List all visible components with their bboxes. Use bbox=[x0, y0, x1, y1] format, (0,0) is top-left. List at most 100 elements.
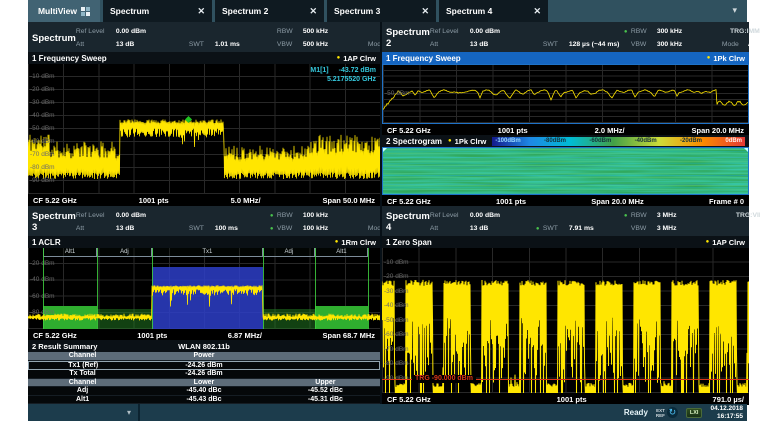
panel-name[interactable]: Spectrum 4 bbox=[386, 208, 430, 236]
ref-level-field[interactable]: Ref Level0.00 dBm bbox=[76, 212, 182, 219]
vbw-field[interactable]: ●VBW100 kHz bbox=[270, 225, 368, 232]
window-title-zero-span[interactable]: 1 Zero Span ●1AP Clrw bbox=[382, 236, 749, 248]
window-title-spectrogram[interactable]: 2 Spectrogram ●1Pk Clrw -100dBm-80dBm-60… bbox=[382, 135, 749, 147]
trace-dot-icon: ● bbox=[707, 55, 711, 61]
frame-value: Frame # 0 bbox=[709, 197, 744, 206]
cf-value: CF 5.22 GHz bbox=[387, 197, 431, 206]
y-axis-label: -60 dBm bbox=[384, 331, 409, 338]
table-cell: Tx Total bbox=[28, 370, 137, 377]
per-div-value: 6.87 MHz/ bbox=[228, 331, 262, 340]
vbw-field[interactable]: VBW300 kHz bbox=[624, 41, 722, 48]
window-title-frequency-sweep[interactable]: 1 Frequency Sweep ●1AP Clrw bbox=[28, 52, 380, 64]
rbw-field[interactable]: ●RBW100 kHz bbox=[270, 212, 368, 219]
tab-bar: MultiView Spectrum ✕ Spectrum 2 ✕ Spectr… bbox=[28, 0, 747, 22]
ref-level-field[interactable]: Ref Level0.00 dBm bbox=[430, 212, 536, 219]
cf-value: CF 5.22 GHz bbox=[387, 395, 431, 404]
analyzer-screen: MultiView Spectrum ✕ Spectrum 2 ✕ Spectr… bbox=[28, 0, 747, 421]
panel-spectrum-2[interactable]: Spectrum 2 Ref Level0.00 dBm ●RBW300 kHz… bbox=[380, 22, 749, 206]
y-axis-label: -80 dBm bbox=[384, 360, 409, 367]
coupled-dot: ● bbox=[624, 29, 631, 35]
trace-dot-icon: ● bbox=[448, 138, 452, 144]
rbw-field[interactable]: ●RBW300 kHz bbox=[624, 28, 722, 35]
y-axis-label: -10 dBm bbox=[30, 73, 55, 80]
chevron-down-icon[interactable]: ▾ bbox=[732, 5, 737, 16]
y-axis-label: -50 dBm bbox=[385, 90, 410, 97]
lxi-badge: LXI bbox=[686, 408, 703, 418]
table-cell: -45.31 dBc bbox=[271, 396, 380, 403]
vbw-field[interactable]: VBW500 kHz bbox=[270, 41, 368, 48]
window-title-result-summary[interactable]: 2 Result Summary WLAN 802.11b bbox=[28, 340, 380, 352]
coupled-dot: ● bbox=[270, 226, 277, 232]
close-icon[interactable]: ✕ bbox=[197, 6, 205, 17]
y-axis-label: -90 dBm bbox=[384, 375, 409, 382]
window-title-aclr[interactable]: 1 ACLR ●1Rm Clrw bbox=[28, 236, 380, 248]
cf-value: CF 5.22 GHz bbox=[33, 196, 77, 205]
result-table: Channel Power Tx1 (Ref)-24.26 dBmTx Total -… bbox=[28, 352, 380, 404]
close-icon[interactable]: ✕ bbox=[309, 6, 317, 17]
plot-zero-span[interactable]: -90 dBm-80 dBm-70 dBm-60 dBm-50 dBm-40 d… bbox=[382, 248, 749, 393]
trace-dot-icon: ● bbox=[706, 239, 710, 245]
y-axis-label: -50 dBm bbox=[30, 125, 55, 132]
y-axis-label: -60 dBm bbox=[30, 138, 55, 145]
ref-level-field[interactable]: Ref Level0.00 dBm bbox=[76, 28, 182, 35]
att-field[interactable]: Att13 dB bbox=[76, 41, 182, 48]
rbw-field[interactable]: RBW500 kHz bbox=[270, 28, 368, 35]
tab-spectrum-3[interactable]: Spectrum 3 ✕ bbox=[327, 0, 436, 22]
panel-name[interactable]: Spectrum bbox=[32, 24, 76, 52]
spectrogram-marker-icon bbox=[383, 148, 387, 152]
panel-spectrum-3[interactable]: Spectrum 3 Ref Level0.00 dBm ●RBW100 kHz… bbox=[28, 206, 380, 404]
tab-label: Spectrum 3 bbox=[334, 6, 380, 16]
att-field[interactable]: Att13 dB bbox=[430, 41, 536, 48]
ext-ref-icon: ↻ bbox=[667, 407, 678, 418]
window-title: 1 ACLR bbox=[32, 238, 61, 247]
tab-spectrum-4[interactable]: Spectrum 4 ✕ bbox=[439, 0, 548, 22]
spectrogram-view[interactable] bbox=[382, 147, 749, 195]
table-cell: -24.26 dBm bbox=[137, 370, 271, 377]
plot-aclr[interactable]: -80 dBm-60 dBm-40 dBm-20 dBm Alt1AdjTx1A… bbox=[28, 248, 380, 329]
trace-legend: ●1Pk Clrw bbox=[707, 54, 745, 63]
table-cell: -45.52 dBc bbox=[271, 387, 380, 394]
att-field[interactable]: Att13 dB bbox=[430, 225, 536, 232]
tab-spectrum[interactable]: Spectrum ✕ bbox=[103, 0, 212, 22]
table-cell: Power bbox=[137, 352, 271, 359]
close-icon[interactable]: ✕ bbox=[533, 6, 541, 17]
swt-field[interactable]: ●SWT7.91 ms bbox=[536, 225, 624, 232]
window-title: 2 Spectrogram bbox=[386, 137, 442, 146]
panel-name[interactable]: Spectrum 2 bbox=[386, 24, 430, 52]
points-value: 1001 pts bbox=[137, 331, 167, 340]
y-axis-label: -30 dBm bbox=[384, 288, 409, 295]
swt-field[interactable]: SWT128 µs (~44 ms) bbox=[536, 41, 624, 48]
plot-frequency-sweep-1[interactable]: -90 dBm-80 dBm-70 dBm-60 dBm-50 dBm-40 d… bbox=[28, 64, 380, 194]
vbw-field[interactable]: VBW3 MHz bbox=[624, 225, 722, 232]
spectrogram-noise-texture bbox=[383, 148, 748, 194]
table-cell: Tx1 (Ref) bbox=[29, 362, 138, 369]
trigger-sgl-flag: TRG:IMM SGL bbox=[730, 28, 760, 35]
att-field[interactable]: Att13 dB bbox=[76, 225, 182, 232]
rbw-field[interactable]: ●RBW3 MHz bbox=[624, 212, 722, 219]
plot-frequency-sweep-2[interactable]: -50 dBm bbox=[382, 64, 749, 124]
close-icon[interactable]: ✕ bbox=[421, 6, 429, 17]
window-title-frequency-sweep-2[interactable]: 1 Frequency Sweep ●1Pk Clrw bbox=[382, 52, 749, 64]
ready-status: Ready bbox=[624, 408, 648, 417]
mode-field[interactable]: ModeAuto FFT bbox=[722, 41, 760, 48]
tab-multiview[interactable]: MultiView bbox=[28, 0, 100, 22]
panel-name[interactable]: Spectrum 3 bbox=[32, 208, 76, 236]
window-title: 2 Result Summary bbox=[32, 342, 97, 351]
table-row: Alt1-45.43 dBc-45.31 dBc bbox=[28, 396, 380, 405]
swt-field[interactable]: SWT1.01 ms bbox=[182, 41, 270, 48]
tab-label: Spectrum bbox=[110, 6, 149, 16]
ext-ref-indicator: EXTREF ↻ bbox=[656, 407, 678, 418]
ref-level-field[interactable]: Ref Level0.00 dBm bbox=[430, 28, 536, 35]
swt-field[interactable]: SWT100 ms bbox=[182, 225, 270, 232]
colorbar-label: -80dBm bbox=[544, 138, 566, 144]
panel-spectrum-1[interactable]: Spectrum Ref Level0.00 dBm RBW500 kHz SG… bbox=[28, 22, 380, 206]
status-dropdown[interactable]: ▾ bbox=[28, 404, 140, 421]
window-title: 1 Zero Span bbox=[386, 238, 432, 247]
panel-spectrum-4[interactable]: Spectrum 4 Ref Level0.00 dBm ●RBW3 MHz T… bbox=[380, 206, 749, 404]
tab-spectrum-2[interactable]: Spectrum 2 ✕ bbox=[215, 0, 324, 22]
table-cell: Channel bbox=[28, 379, 137, 386]
y-axis-label: -80 dBm bbox=[30, 164, 55, 171]
y-axis-label: -50 dBm bbox=[384, 317, 409, 324]
datetime: 04.12.201816:17:55 bbox=[710, 405, 743, 421]
span-value: Span 50.0 MHz bbox=[322, 196, 375, 205]
